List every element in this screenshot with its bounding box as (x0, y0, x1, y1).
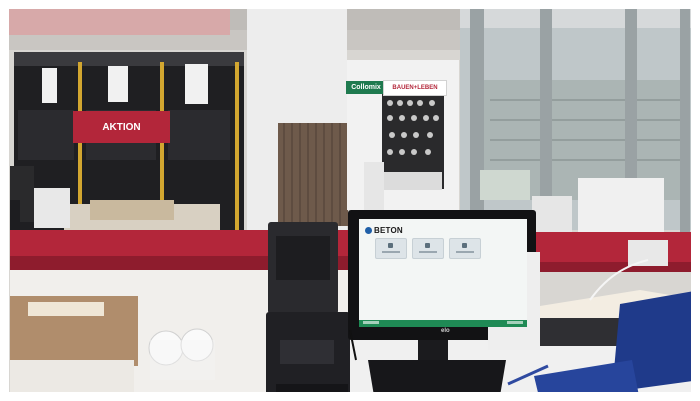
slat-display (278, 123, 348, 226)
price-poster (108, 66, 128, 102)
status-bar (359, 320, 527, 327)
menu-tile[interactable] (412, 238, 444, 259)
tile-icon (425, 243, 430, 248)
monitor-stand (368, 360, 506, 396)
tile-icon (388, 243, 393, 248)
bauen-leben-sign: BAUEN+LEBEN (383, 80, 447, 96)
tile-label (419, 251, 437, 253)
power-outlet (628, 240, 668, 266)
brand-logo: BETON (365, 226, 403, 235)
white-cabinet (578, 178, 664, 238)
menu-tile[interactable] (449, 238, 481, 259)
logo-icon (365, 227, 372, 234)
collomix-sign: Collomix (346, 81, 386, 94)
price-poster (42, 68, 57, 103)
aktion-sign: AKTION (73, 111, 170, 143)
menu-tiles (375, 238, 481, 259)
tile-label (382, 251, 400, 253)
menu-tile[interactable] (375, 238, 407, 259)
glass-post (470, 8, 484, 238)
price-poster (185, 64, 208, 104)
glass-post (680, 8, 690, 238)
monitor-badge: elo (441, 328, 450, 334)
brand-name: BETON (374, 226, 403, 235)
pos-screen: BETON (359, 219, 527, 327)
store-photo: AKTION Collomix BAUEN+LEBEN BETON elo (0, 0, 700, 401)
background-scene (0, 0, 700, 401)
tile-label (456, 251, 474, 253)
tile-icon (462, 243, 467, 248)
